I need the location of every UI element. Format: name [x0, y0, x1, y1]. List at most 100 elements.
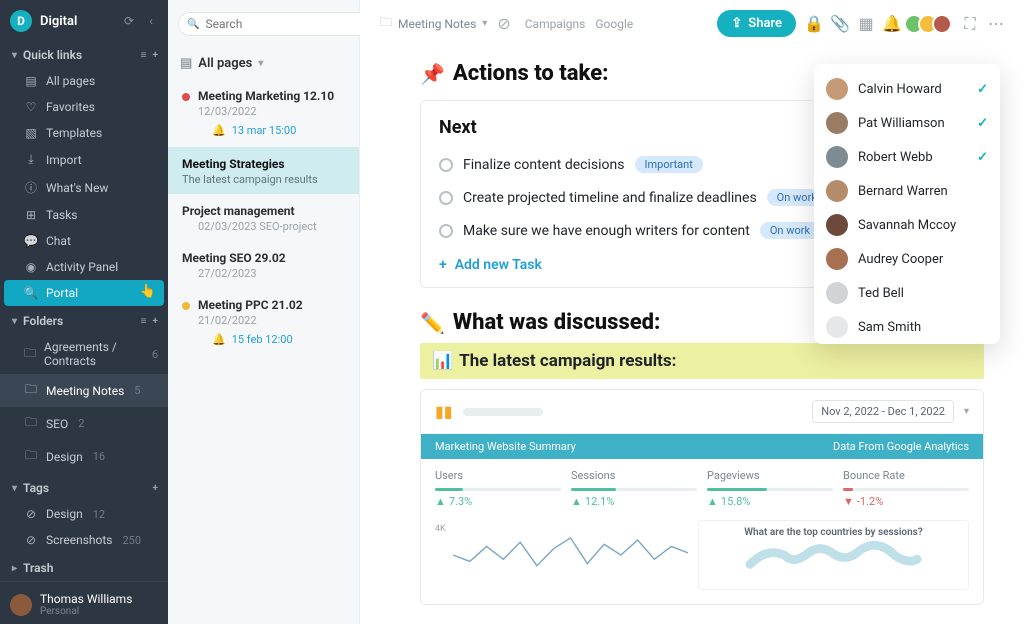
avatar [826, 282, 848, 304]
metric-label: Users [435, 469, 561, 482]
more-icon[interactable]: ⋯ [988, 16, 1004, 32]
reminder-time: 13 mar 15:00 [232, 124, 297, 137]
folder-item[interactable]: 🗀SEO 2 [0, 407, 168, 440]
collapse-sidebar-icon[interactable]: ‹ [144, 14, 158, 28]
share-person-row[interactable]: Savannah Mccoy [814, 208, 1000, 242]
bar-chart-icon: 📊 [432, 351, 453, 371]
sidebar-item-what-s-new[interactable]: ⓘWhat's New [0, 173, 168, 202]
sidebar-item-portal[interactable]: 🔍Portal👆 [4, 280, 164, 306]
metric: Bounce Rate▼-1.2% [843, 469, 969, 508]
share-person-row[interactable]: Pat Williamson✓ [814, 106, 1000, 140]
attachment-icon[interactable]: 📎 [832, 16, 848, 32]
folder-label: Design [46, 450, 83, 464]
nav-label: What's New [46, 181, 108, 195]
nav-icon: ◉ [24, 260, 38, 274]
page-item[interactable]: Meeting SEO 29.0227/02/2023 [168, 241, 359, 288]
share-button[interactable]: ⇪ Share [717, 10, 796, 37]
sidebar-item-all-pages[interactable]: ▤All pages [0, 68, 168, 94]
check-icon: ✓ [977, 82, 988, 97]
page-item[interactable]: Meeting StrategiesThe latest campaign re… [168, 147, 359, 194]
tag-chip[interactable]: Google [595, 17, 633, 31]
nav-label: Templates [46, 126, 102, 140]
task-radio[interactable] [439, 191, 453, 205]
page-date: 12/03/2022 [198, 105, 345, 118]
sidebar-item-activity-panel[interactable]: ◉Activity Panel [0, 254, 168, 280]
share-person-row[interactable]: Calvin Howard✓ [814, 72, 1000, 106]
breadcrumb[interactable]: 🗀 Meeting Notes ▾ [380, 13, 487, 34]
folder-icon: 🗀 [24, 344, 36, 365]
plus-icon[interactable]: + [153, 316, 159, 327]
quick-links-label: Quick links [23, 48, 82, 62]
sidebar-item-templates[interactable]: ▧ Templates [0, 120, 168, 146]
search-input-wrap[interactable]: 🔍 ⇅ [178, 12, 385, 36]
campaign-results-banner: 📊 The latest campaign results: [420, 343, 984, 379]
nav-icon: ▧ [24, 126, 38, 140]
analytics-bar-right: Data From Google Analytics [833, 440, 969, 453]
task-radio[interactable] [439, 158, 453, 172]
user-footer[interactable]: Thomas Williams Personal [0, 581, 168, 624]
metric-value: ▲12.1% [571, 495, 697, 508]
folder-count: 5 [134, 384, 140, 397]
chevron-down-icon[interactable]: ▾ [964, 406, 969, 417]
nav-label: Import [46, 153, 82, 167]
folder-icon: 🗀 [24, 446, 38, 467]
tag-icon[interactable]: ⊘ [497, 14, 510, 33]
date-range-picker[interactable]: Nov 2, 2022 - Dec 1, 2022 [812, 400, 954, 423]
check-icon: ✓ [977, 150, 988, 165]
topbar: 🗀 Meeting Notes ▾ ⊘ Campaigns Google ⇪ Sh… [360, 0, 1024, 45]
avatar [826, 112, 848, 134]
banner-text: The latest campaign results: [459, 351, 676, 371]
list-icon[interactable]: ≡ [141, 50, 147, 61]
search-icon: 🔍 [187, 19, 199, 30]
reminder: 🔔15 feb 12:00 [182, 327, 345, 348]
share-person-row[interactable]: Robert Webb✓ [814, 140, 1000, 174]
sidebar-item-chat[interactable]: 💬Chat [0, 228, 168, 254]
grid-icon[interactable]: ▦ [858, 16, 874, 32]
share-person-row[interactable]: Bernard Warren [814, 174, 1000, 208]
list-icon[interactable]: ≡ [141, 316, 147, 327]
folder-item[interactable]: 🗀Design 16 [0, 440, 168, 473]
tags-header[interactable]: ▾ Tags + [0, 473, 168, 501]
metric-value: ▼-1.2% [843, 495, 969, 508]
share-person-row[interactable]: Ted Bell [814, 276, 1000, 310]
page-item[interactable]: Project management02/03/2023 SEO-project [168, 194, 359, 241]
chevron-down-icon: ▾ [12, 483, 17, 494]
plus-icon[interactable]: + [153, 483, 159, 494]
plus-icon[interactable]: + [153, 50, 159, 61]
expand-icon[interactable]: ⛶ [962, 16, 978, 32]
chevron-down-icon: ▾ [482, 18, 487, 29]
folders-header[interactable]: ▾ Folders ≡ + [0, 306, 168, 334]
avatar [826, 316, 848, 338]
collaborator-avatars[interactable] [910, 14, 952, 34]
tag-chip[interactable]: Campaigns [525, 17, 586, 31]
workspace-switcher[interactable]: D Digital ⟳ ‹ [0, 0, 168, 40]
sidebar-item-tasks[interactable]: ⊞Tasks [0, 202, 168, 228]
sync-icon[interactable]: ⟳ [122, 14, 136, 28]
search-input[interactable] [205, 17, 361, 31]
bell-icon[interactable]: 🔔 [884, 16, 900, 32]
all-pages-label: All pages [198, 56, 252, 71]
all-pages-button[interactable]: ▤ All pages ▾ [168, 46, 359, 79]
page-item[interactable]: Meeting PPC 21.0221/02/2022🔔15 feb 12:00 [168, 288, 359, 356]
share-label: Share [748, 16, 782, 31]
share-person-row[interactable]: Audrey Cooper [814, 242, 1000, 276]
trash-header[interactable]: ▸ Trash [0, 553, 168, 581]
person-name: Ted Bell [858, 286, 988, 301]
tag-icon: ⊘ [24, 533, 38, 547]
avatar [826, 214, 848, 236]
task-radio[interactable] [439, 224, 453, 238]
lock-icon[interactable]: 🔒 [806, 16, 822, 32]
workspace-badge: D [10, 10, 32, 32]
folder-item[interactable]: 🗀Agreements / Contracts 6 [0, 334, 168, 374]
sidebar-item-favorites[interactable]: ♡Favorites [0, 94, 168, 120]
folder-item[interactable]: 🗀Meeting Notes 5 [0, 374, 168, 407]
tag-item[interactable]: ⊘Screenshots 250 [0, 527, 168, 553]
share-person-row[interactable]: Sam Smith [814, 310, 1000, 344]
page-item[interactable]: Meeting Marketing 12.1012/03/2022🔔13 mar… [168, 79, 359, 147]
sidebar-item-import[interactable]: ⤓Import [0, 146, 168, 173]
quick-links-header[interactable]: ▾ Quick links ≡ + [0, 40, 168, 68]
tag-item[interactable]: ⊘Design 12 [0, 501, 168, 527]
nav-label: Chat [46, 234, 71, 248]
status-badge: On work [760, 222, 820, 239]
metric-value: ▲15.8% [707, 495, 833, 508]
